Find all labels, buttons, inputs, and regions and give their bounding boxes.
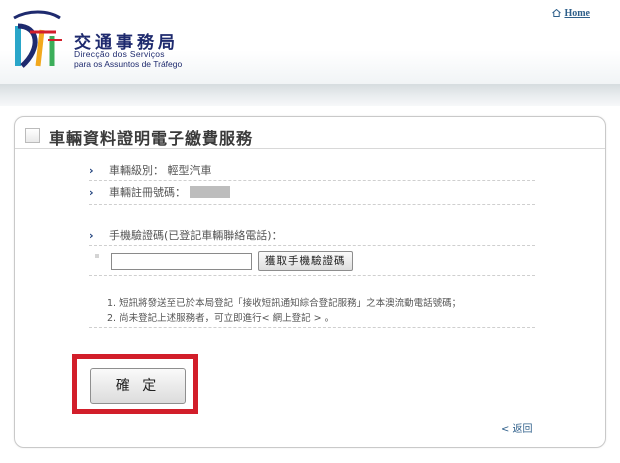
divider — [89, 275, 535, 276]
chevron-right-icon: › — [89, 164, 94, 177]
plate-row: › 車輛註冊號碼： — [89, 184, 535, 200]
title-checkbox-icon — [25, 128, 40, 143]
divider — [89, 327, 535, 328]
bullet-icon — [95, 254, 99, 258]
note-sms: 1. 短訊將發送至已於本局登記「接收短訊通知綜合登記服務」之本澳流動電話號碼； — [107, 298, 462, 309]
header-band — [0, 84, 620, 106]
logo-portuguese-line1: Direcção dos Serviços — [74, 49, 165, 59]
site-header: 交通事務局 Direcção dos Serviços para os Assu… — [0, 0, 620, 84]
back-link[interactable]: < 返回 — [501, 420, 533, 435]
panel-title-bar: 車輛資料證明電子繳費服務 — [15, 121, 605, 149]
dsat-logo-icon[interactable] — [8, 8, 68, 70]
confirm-button[interactable]: 確 定 — [90, 368, 186, 404]
vehicle-class-text: 車輛級別： 輕型汽車 — [109, 164, 212, 177]
home-link[interactable]: Home — [552, 8, 590, 19]
verification-code-input[interactable] — [111, 253, 252, 270]
home-link-label: Home — [564, 8, 590, 19]
home-icon — [552, 9, 562, 17]
divider — [89, 180, 535, 181]
plate-label: 車輛註冊號碼： — [109, 186, 186, 199]
page-title: 車輛資料證明電子繳費服務 — [49, 129, 254, 148]
chevron-right-icon: › — [89, 186, 94, 199]
masked-plate-number — [190, 186, 230, 198]
logo-portuguese-line2: para os Assuntos de Tráfego — [74, 59, 183, 69]
chevron-right-icon: › — [89, 229, 94, 242]
get-code-button[interactable]: 獲取手機驗證碼 — [258, 251, 353, 271]
phone-code-label: 手機驗證碼(已登記車輛聯絡電話)： — [109, 229, 283, 242]
divider — [89, 245, 535, 246]
main-panel: 車輛資料證明電子繳費服務 › 車輛級別： 輕型汽車 › 車輛註冊號碼： › 手機驗證碼… — [14, 116, 606, 448]
note-register: 2. 尚未登記上述服務者，可立即進行< 網上登記 > 。 — [107, 313, 335, 324]
vehicle-class-row: › 車輛級別： 輕型汽車 — [89, 162, 535, 178]
divider — [89, 204, 535, 205]
phone-code-row: › 手機驗證碼(已登記車輛聯絡電話)： — [89, 227, 535, 243]
